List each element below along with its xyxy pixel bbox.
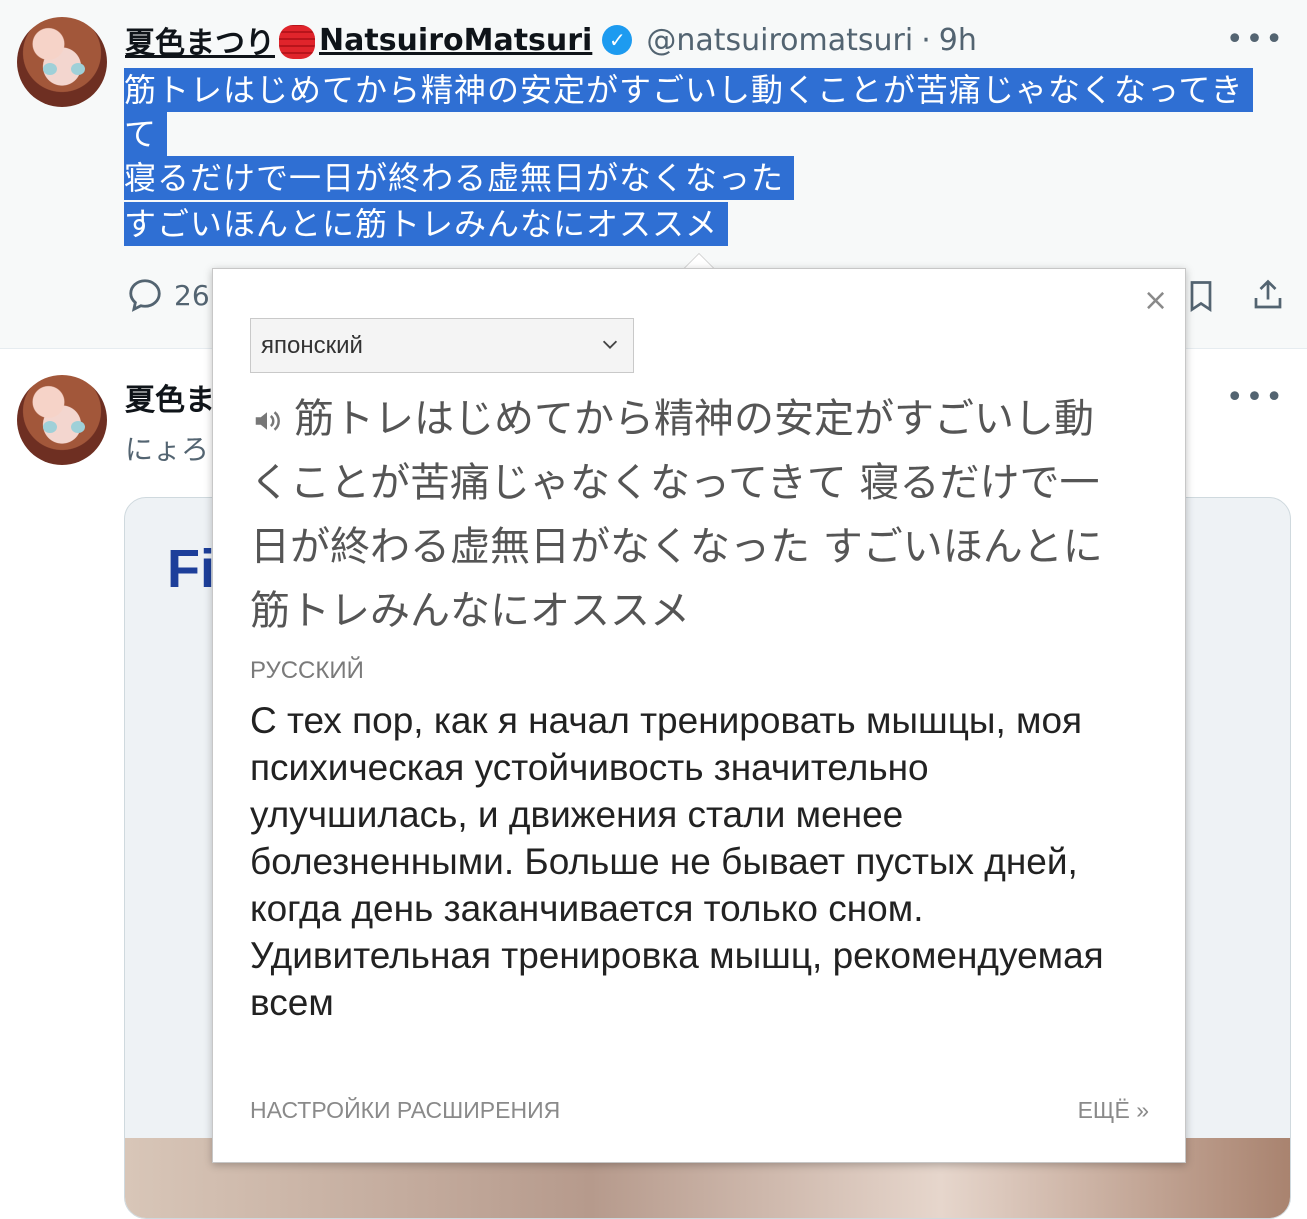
tweet-header: 夏色まつり NatsuiroMatsuri ✓ @natsuiromatsuri… (125, 18, 977, 62)
more-link[interactable]: ЕЩЁ » (1078, 1097, 1149, 1124)
more-options-icon[interactable]: ••• (1226, 380, 1285, 415)
source-text-content: 筋トレはじめてから精神の安定がすごいし動くことが苦痛じゃなくなってきて 寝るだけ… (250, 396, 1103, 634)
translation-text: С тех пор, как я начал тренировать мышцы… (250, 700, 1104, 1023)
source-language-value: японский (261, 331, 363, 359)
handle[interactable]: @natsuiromatsuri (646, 23, 913, 58)
close-icon[interactable]: × (1143, 283, 1168, 318)
source-language-select[interactable]: японский (250, 318, 634, 373)
popup-arrow (683, 253, 715, 269)
bookmark-icon (1190, 281, 1212, 313)
reply-count: 26 (174, 278, 210, 312)
tweet-text-line: 寝るだけで一日が終わる虚無日がなくなった (124, 156, 795, 200)
chevron-down-icon (602, 340, 618, 349)
lantern-emoji-icon (279, 25, 315, 59)
display-name[interactable]: 夏色まつり (125, 18, 275, 62)
extension-settings-link[interactable]: НАСТРОЙКИ РАСШИРЕНИЯ (250, 1097, 560, 1124)
translation-popup: × японский 筋トレはじめてから精神の安定がすごいし動くことが苦痛じゃな… (212, 268, 1186, 1163)
reply-button[interactable]: 26 (126, 276, 210, 314)
speaker-icon[interactable] (250, 406, 284, 436)
tweet-text-line: すごいほんとに筋トレみんなにオススメ (124, 202, 729, 246)
tweet-text-line: 筋トレはじめてから精神の安定がすごいし動くことが苦痛じゃなくなってき (124, 68, 1254, 112)
display-name[interactable]: 夏色ま (125, 375, 215, 419)
reply-icon (129, 279, 161, 312)
share-icon (1254, 279, 1282, 309)
timestamp[interactable]: 9h (939, 23, 977, 58)
target-language-label: РУССКИЙ (250, 657, 364, 684)
tweet-text: にょろ (125, 433, 210, 466)
card-title: Fi (167, 539, 215, 599)
display-name-suffix[interactable]: NatsuiroMatsuri (319, 23, 592, 58)
verified-badge-icon: ✓ (602, 25, 633, 55)
share-button[interactable] (1250, 276, 1286, 314)
time-separator: · (921, 22, 931, 58)
tweet-text-line: て (124, 112, 168, 156)
source-text: 筋トレはじめてから精神の安定がすごいし動くことが苦痛じゃなくなってきて 寝るだけ… (250, 387, 1130, 643)
bookmark-button[interactable] (1183, 276, 1219, 316)
more-options-icon[interactable]: ••• (1226, 22, 1285, 57)
avatar[interactable] (17, 17, 107, 107)
avatar[interactable] (17, 375, 107, 465)
